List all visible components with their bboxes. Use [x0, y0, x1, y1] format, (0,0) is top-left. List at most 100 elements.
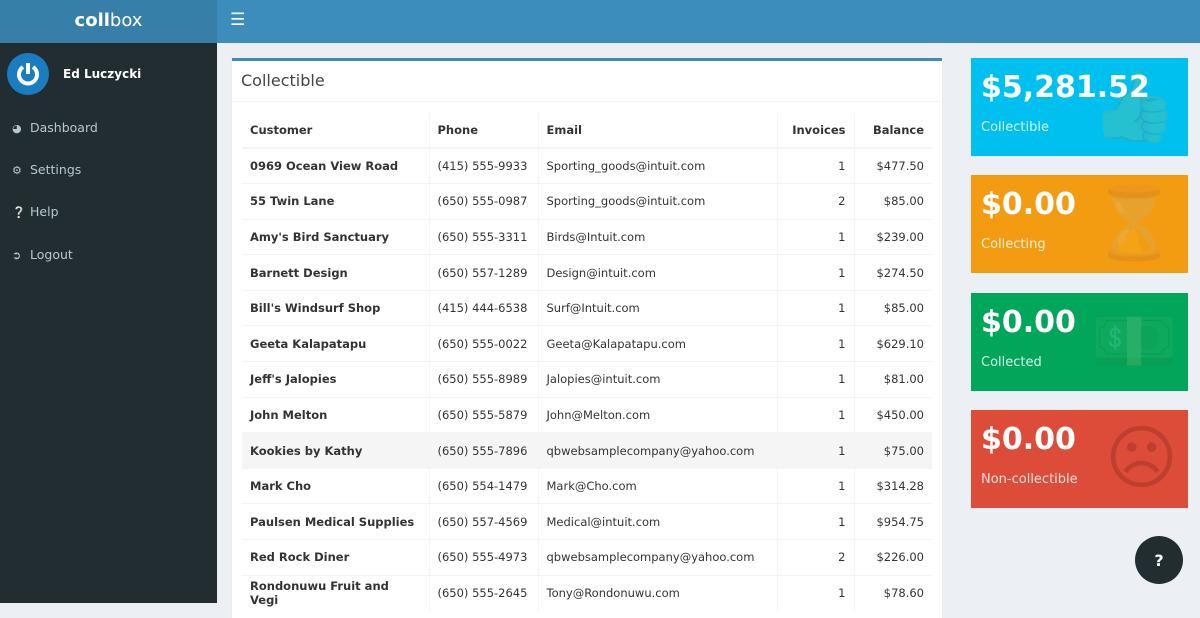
email-cell: Mark@Cho.com: [537, 467, 777, 504]
logout-icon: ➲: [12, 249, 22, 262]
divider: [232, 101, 942, 102]
phone-cell: (650) 555-4973: [428, 539, 538, 576]
stat-label: Collectible: [981, 120, 1049, 135]
balance-cell: $629.10: [853, 325, 932, 362]
email-cell: Design@intuit.com: [537, 254, 777, 291]
phone-cell: (415) 444-6538: [428, 289, 538, 326]
stat-label: Collecting: [981, 237, 1046, 252]
customer-cell: Jeff's Jalopies: [242, 361, 429, 398]
table-row[interactable]: Red Rock Diner (650) 555-4973 qbwebsamplec…: [242, 539, 932, 576]
table-row[interactable]: Mark Cho (650) 554-1479 Mark@Cho.com 1 $314.…: [242, 467, 932, 504]
menu-toggle-icon[interactable]: ☰: [230, 10, 245, 30]
email-cell: Medical@intuit.com: [537, 503, 777, 540]
help-chat-button[interactable]: ?: [1135, 536, 1183, 584]
customer-cell: 55 Twin Lane: [242, 183, 429, 220]
col-invoices[interactable]: Invoices: [776, 113, 854, 149]
invoices-cell: 1: [776, 396, 854, 433]
invoices-cell: 2: [776, 183, 854, 220]
phone-cell: (650) 557-4569: [428, 503, 538, 540]
table-row[interactable]: Kookies by Kathy (650) 555-7896 qbwebsampl…: [242, 432, 932, 469]
stat-amount: $5,281.52: [981, 70, 1150, 105]
invoices-cell: 1: [776, 147, 854, 184]
stat-box-non-collectible[interactable]: $0.00 Non-collectible ☹: [971, 410, 1188, 508]
stat-box-collected[interactable]: $0.00 Collected 💵: [971, 293, 1188, 391]
avatar: [7, 53, 49, 95]
customer-cell: Rondonuwu Fruit and Vegi: [242, 574, 429, 611]
invoices-cell: 1: [776, 432, 854, 469]
col-balance[interactable]: Balance: [853, 113, 932, 149]
col-customer[interactable]: Customer: [242, 113, 429, 149]
table-row[interactable]: Barnett Design (650) 557-1289 Design@intui…: [242, 254, 932, 291]
table-row[interactable]: John Melton (650) 555-5879 John@Melton.com…: [242, 396, 932, 433]
stat-amount: $0.00: [981, 422, 1076, 457]
dashboard-icon: ◕: [12, 122, 22, 135]
balance-cell: $954.75: [853, 503, 932, 540]
invoices-cell: 2: [776, 539, 854, 576]
sidebar-item-help[interactable]: ❔ Help: [12, 204, 59, 219]
hourglass-icon: ⌛: [1090, 182, 1178, 264]
sidebar-item-logout[interactable]: ➲ Logout: [12, 247, 73, 262]
balance-cell: $314.28: [853, 467, 932, 504]
balance-cell: $477.50: [853, 147, 932, 184]
phone-cell: (650) 555-3311: [428, 218, 538, 255]
invoices-cell: 1: [776, 218, 854, 255]
customer-cell: Bill's Windsurf Shop: [242, 289, 429, 326]
stat-box-collectible[interactable]: $5,281.52 Collectible 👍: [971, 58, 1188, 156]
table-row[interactable]: Paulsen Medical Supplies (650) 557-4569 Me…: [242, 503, 932, 540]
collectible-panel: Collectible Customer Phone Email Invoice…: [232, 58, 942, 618]
phone-cell: (650) 555-7896: [428, 432, 538, 469]
table-row[interactable]: Bill's Windsurf Shop (415) 444-6538 Surf@I…: [242, 289, 932, 326]
invoices-cell: 1: [776, 289, 854, 326]
col-phone[interactable]: Phone: [428, 113, 538, 149]
email-cell: John@Melton.com: [537, 396, 777, 433]
power-icon: [17, 63, 39, 86]
table-row[interactable]: Rondonuwu Fruit and Vegi (650) 555-2645 To…: [242, 574, 932, 611]
balance-cell: $239.00: [853, 218, 932, 255]
email-cell: Sporting_goods@intuit.com: [537, 183, 777, 220]
table-row[interactable]: Geeta Kalapatapu (650) 555-0022 Geeta@Kala…: [242, 325, 932, 362]
customers-table: Customer Phone Email Invoices Balance 09…: [242, 113, 932, 611]
top-navbar: collbox ☰: [0, 0, 1200, 43]
invoices-cell: 1: [776, 325, 854, 362]
invoices-cell: 1: [776, 574, 854, 611]
user-name: Ed Luczycki: [63, 67, 142, 81]
money-icon: 💵: [1090, 300, 1178, 382]
sidebar-item-dashboard[interactable]: ◕ Dashboard: [12, 120, 98, 135]
stat-box-collecting[interactable]: $0.00 Collecting ⌛: [971, 175, 1188, 273]
phone-cell: (650) 557-1289: [428, 254, 538, 291]
balance-cell: $226.00: [853, 539, 932, 576]
customer-cell: Mark Cho: [242, 467, 429, 504]
balance-cell: $81.00: [853, 361, 932, 398]
phone-cell: (650) 554-1479: [428, 467, 538, 504]
table-row[interactable]: Jeff's Jalopies (650) 555-8989 Jalopies@in…: [242, 361, 932, 398]
customer-cell: Barnett Design: [242, 254, 429, 291]
customer-cell: Amy's Bird Sanctuary: [242, 218, 429, 255]
logo[interactable]: collbox: [0, 0, 217, 43]
phone-cell: (650) 555-0022: [428, 325, 538, 362]
balance-cell: $78.60: [853, 574, 932, 611]
invoices-cell: 1: [776, 361, 854, 398]
customer-cell: Kookies by Kathy: [242, 432, 429, 469]
phone-cell: (650) 555-0987: [428, 183, 538, 220]
phone-cell: (650) 555-8989: [428, 361, 538, 398]
balance-cell: $450.00: [853, 396, 932, 433]
stat-label: Non-collectible: [981, 472, 1078, 487]
email-cell: Surf@Intuit.com: [537, 289, 777, 326]
invoices-cell: 1: [776, 254, 854, 291]
email-cell: Geeta@Kalapatapu.com: [537, 325, 777, 362]
sidebar-item-settings[interactable]: ⚙ Settings: [12, 162, 81, 177]
email-cell: Jalopies@intuit.com: [537, 361, 777, 398]
balance-cell: $85.00: [853, 183, 932, 220]
customer-cell: John Melton: [242, 396, 429, 433]
stat-amount: $0.00: [981, 187, 1076, 222]
table-row[interactable]: 0969 Ocean View Road (415) 555-9933 Sporti…: [242, 147, 932, 184]
table-row[interactable]: 55 Twin Lane (650) 555-0987 Sporting_goods…: [242, 183, 932, 220]
col-email[interactable]: Email: [537, 113, 777, 149]
phone-cell: (415) 555-9933: [428, 147, 538, 184]
balance-cell: $75.00: [853, 432, 932, 469]
balance-cell: $274.50: [853, 254, 932, 291]
table-row[interactable]: Amy's Bird Sanctuary (650) 555-3311 Birds@…: [242, 218, 932, 255]
frown-icon: ☹: [1105, 417, 1178, 499]
customer-cell: Red Rock Diner: [242, 539, 429, 576]
phone-cell: (650) 555-5879: [428, 396, 538, 433]
